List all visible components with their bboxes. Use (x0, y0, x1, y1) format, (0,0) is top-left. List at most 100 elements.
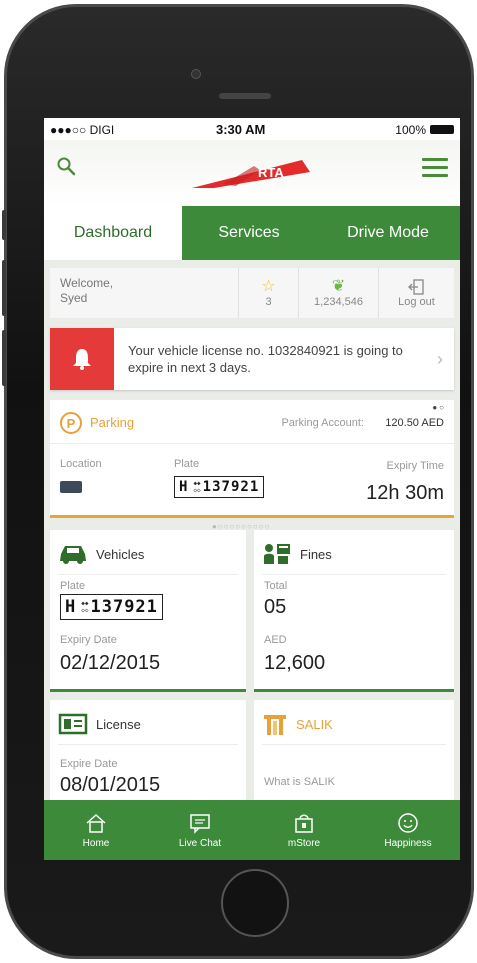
alert-message: Your vehicle license no. 1032840921 is g… (128, 343, 403, 375)
welcome-greeting: Welcome, (60, 276, 114, 290)
bottom-navigation: Home Live Chat mStore Happiness (44, 800, 460, 860)
expiry-time-value: 12h 30m (366, 482, 444, 504)
carrier-label: ●●●○○ DIGI (50, 123, 115, 137)
license-expire-label: Expire Date (60, 758, 118, 770)
fines-total-label: Total (264, 580, 288, 592)
license-expiry-alert[interactable]: Your vehicle license no. 1032840921 is g… (50, 328, 454, 390)
fines-tile[interactable]: Fines Total 05 AED 12,600 (254, 530, 454, 692)
chevron-right-icon: › (437, 348, 443, 369)
what-is-salik-link[interactable]: What is SALIK (264, 776, 335, 788)
chat-icon (190, 813, 210, 834)
location-car-icon (60, 481, 82, 493)
battery-percent: 100% (395, 123, 426, 137)
nav-live-chat-label: Live Chat (178, 837, 222, 849)
license-header: License (58, 710, 141, 738)
app-screen: ●●●○○ DIGI 3:30 AM 100% RTA Dashboard Se… (44, 118, 460, 860)
salik-title: SALIK (296, 716, 333, 732)
app-header: RTA (44, 140, 460, 206)
fines-aed-label: AED (264, 634, 287, 646)
points-value: 1,234,546 (314, 296, 363, 308)
dashboard-content: Welcome, Syed ☆ 3 ❦ 1,234,546 Log out Yo… (44, 260, 460, 800)
logout-button[interactable]: Log out (378, 268, 454, 318)
car-icon (60, 546, 86, 564)
tab-drive-mode[interactable]: Drive Mode (316, 206, 460, 260)
front-camera (191, 69, 201, 79)
vehicles-tile[interactable]: Vehicles Plate H ◆◆ ◇◇ 137921 Expiry Date… (50, 530, 246, 692)
star-icon: ☆ (261, 278, 276, 295)
plate-number: 137921 (90, 597, 158, 617)
home-hardware-button[interactable] (221, 869, 289, 937)
svg-text:RTA: RTA (258, 165, 284, 180)
welcome-card: Welcome, Syed ☆ 3 ❦ 1,234,546 Log out (50, 268, 454, 318)
favorites-button[interactable]: ☆ 3 (238, 268, 298, 318)
earpiece-speaker (219, 93, 271, 99)
search-icon[interactable] (56, 156, 76, 176)
expiry-time-label: Expiry Time (386, 460, 444, 472)
plate-emirate-mark: ◆◆ ◇◇ (81, 600, 89, 614)
plate-emirate-mark: ◆◆ ◇◇ (193, 480, 201, 494)
clock: 3:30 AM (216, 122, 266, 137)
volume-down-button (2, 330, 6, 386)
nav-mstore-label: mStore (287, 837, 321, 849)
bell-icon (73, 349, 91, 370)
main-tabs: Dashboard Services Drive Mode (44, 206, 460, 260)
divider (262, 574, 446, 575)
vehicles-header: Vehicles (58, 540, 144, 568)
page-indicator-dots: ●○ (432, 403, 446, 412)
plate-number: 137921 (202, 479, 260, 495)
status-bar: ●●●○○ DIGI 3:30 AM 100% (44, 118, 460, 140)
volume-up-button (2, 260, 6, 316)
rta-logo: RTA (192, 160, 310, 188)
salik-header: SALIK (262, 710, 333, 738)
location-label: Location (60, 458, 102, 470)
parking-plate-label: Plate (174, 458, 200, 470)
alert-bell-box (50, 328, 114, 390)
nav-happiness-label: Happiness (384, 837, 432, 849)
license-card-icon (58, 713, 88, 735)
battery-icon (430, 125, 454, 134)
license-tile[interactable]: License Expire Date 08/01/2015 (50, 700, 246, 800)
fines-title: Fines (300, 546, 332, 562)
points-button[interactable]: ❦ 1,234,546 (298, 268, 378, 318)
mute-switch (2, 210, 6, 240)
nav-happiness[interactable]: Happiness (356, 800, 460, 860)
nav-home[interactable]: Home (44, 800, 148, 860)
parking-card[interactable]: P Parking Parking Account: 120.50 AED ●○… (50, 400, 454, 518)
tile-accent-bar (254, 689, 454, 692)
vehicles-title: Vehicles (96, 546, 145, 562)
home-icon (86, 813, 106, 833)
parking-icon: P (60, 412, 82, 434)
license-expire-value: 08/01/2015 (60, 774, 161, 796)
parking-title: Parking (90, 415, 135, 430)
nav-mstore[interactable]: mStore (252, 800, 356, 860)
divider (262, 744, 446, 745)
parking-account-value: 120.50 AED (385, 417, 444, 429)
fines-aed-value: 12,600 (264, 652, 326, 674)
favorites-count: 3 (265, 296, 272, 308)
vehicle-expiry-label: Expiry Date (60, 634, 117, 646)
plate-letter: H (179, 479, 188, 495)
store-icon (295, 814, 313, 833)
nav-live-chat[interactable]: Live Chat (148, 800, 252, 860)
tab-dashboard[interactable]: Dashboard (44, 206, 182, 260)
parking-account-label: Parking Account: (281, 417, 364, 429)
fines-header: Fines (262, 540, 332, 568)
divider (58, 744, 238, 745)
divider (58, 574, 238, 575)
vehicle-plate-label: Plate (60, 580, 86, 592)
logout-label: Log out (398, 296, 435, 308)
tab-services[interactable]: Services (182, 206, 316, 260)
nav-home-label: Home (82, 837, 110, 849)
vehicle-expiry-value: 02/12/2015 (60, 652, 161, 674)
welcome-text: Welcome, Syed (50, 268, 238, 318)
fines-icon (264, 544, 290, 564)
user-name: Syed (60, 291, 88, 305)
logout-icon (407, 279, 424, 295)
parking-header: P Parking Parking Account: 120.50 AED ●○ (50, 400, 454, 444)
salik-tile[interactable]: SALIK What is SALIK (254, 700, 454, 800)
license-title: License (96, 716, 141, 732)
leaf-icon: ❦ (331, 278, 346, 295)
hamburger-menu-icon[interactable] (422, 158, 448, 178)
salik-icon (264, 715, 286, 735)
fines-total-value: 05 (264, 596, 287, 618)
